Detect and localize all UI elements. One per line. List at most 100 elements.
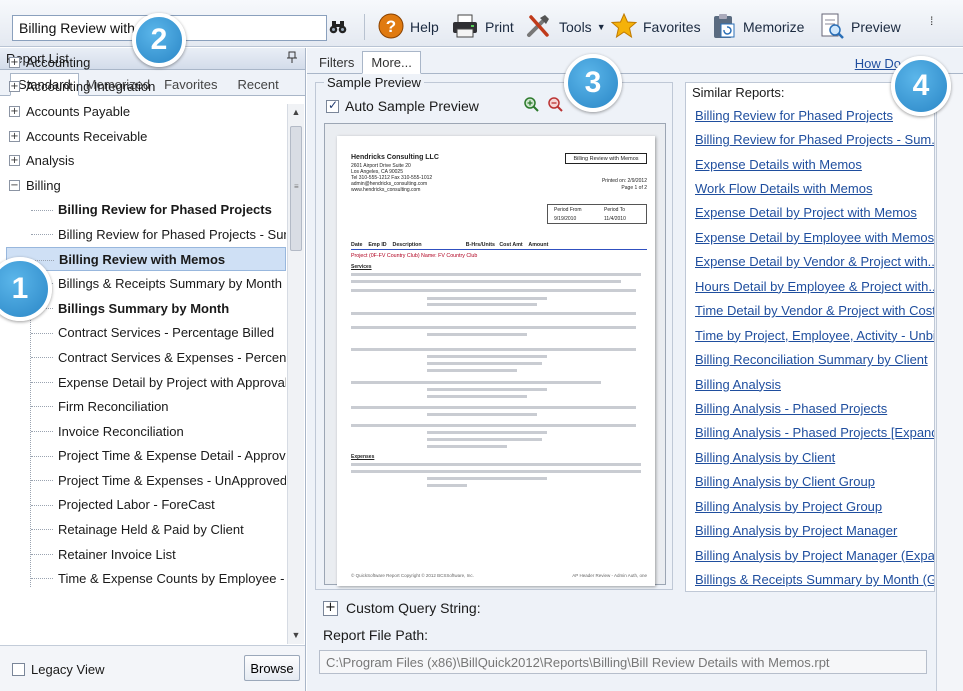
tree-report-item[interactable]: Contract Services & Expenses - Percenta — [6, 345, 286, 370]
tree-report-item[interactable]: Invoice Reconciliation — [6, 419, 286, 444]
expand-icon[interactable]: + — [9, 81, 20, 93]
similar-report-link[interactable]: Billing Review for Phased Projects - Sum… — [695, 127, 934, 151]
printer-icon — [451, 13, 479, 42]
preview-footer: © QuickSoftware Report Copyright © 2012 … — [351, 573, 647, 578]
preview-text-line — [351, 273, 641, 276]
tree-category-billing[interactable]: − Billing — [6, 173, 286, 198]
print-button[interactable]: Print — [451, 12, 514, 42]
sample-preview-title: Sample Preview — [324, 75, 424, 90]
similar-report-link[interactable]: Billing Analysis — [695, 372, 934, 396]
preview-text-line — [427, 431, 547, 434]
collapse-icon[interactable]: − — [9, 179, 20, 191]
tree-category-accounts-receivable[interactable]: + Accounts Receivable — [6, 124, 286, 149]
tab-more[interactable]: More... — [362, 51, 421, 74]
report-tree: + Accounting + Accounting Integration + Acc… — [6, 50, 286, 587]
preview-page-number: Page 1 of 2 — [621, 185, 647, 191]
similar-report-link[interactable]: Billing Analysis by Project Group — [695, 494, 934, 518]
preview-project-line: Project (0F-FV Country Club) Name: FV Co… — [351, 253, 478, 259]
preview-period-to: 11/4/2010 — [604, 216, 626, 222]
similar-report-link[interactable]: Billing Reconciliation Summary by Client — [695, 347, 934, 371]
auto-sample-preview-checkbox[interactable]: Auto Sample Preview — [326, 98, 479, 114]
similar-report-link[interactable]: Billings & Receipts Summary by Month (G.… — [695, 567, 934, 591]
scroll-down-icon[interactable]: ▼ — [288, 627, 304, 644]
similar-report-link[interactable]: Billing Analysis - Phased Projects [Expa… — [695, 421, 934, 445]
similar-reports-panel: Similar Reports: Billing Review for Phas… — [685, 82, 935, 592]
memorize-label: Memorize — [743, 19, 805, 35]
similar-report-link[interactable]: Time Detail by Vendor & Project with Cos… — [695, 299, 934, 323]
report-preview-page: Hendricks Consulting LLC 2601 Airport Dr… — [337, 136, 655, 586]
preview-text-line — [351, 463, 641, 466]
preview-company-name: Hendricks Consulting LLC — [351, 154, 439, 161]
pin-icon[interactable] — [287, 51, 297, 66]
preview-period-from: 9/19/2010 — [554, 216, 577, 222]
similar-reports-list: Billing Review for Phased Projects Billi… — [695, 103, 934, 591]
report-tree-scrollbar[interactable]: ▲ ≡ ▼ — [287, 104, 304, 644]
toolbar-separator — [364, 14, 365, 40]
sample-preview-frame[interactable]: Hendricks Consulting LLC 2601 Airport Dr… — [324, 123, 666, 586]
tree-report-item[interactable]: Project Time & Expense Detail - Approve — [6, 444, 286, 469]
tree-report-item[interactable]: Billing Review for Phased Projects — [6, 198, 286, 223]
expand-icon[interactable]: + — [9, 155, 20, 167]
expand-icon[interactable]: + — [9, 130, 20, 142]
memorize-button[interactable]: Memorize — [711, 12, 804, 42]
checkbox-box[interactable] — [12, 663, 25, 676]
expand-icon[interactable]: + — [9, 105, 20, 117]
tree-category-label: Billing — [26, 177, 61, 193]
how-do-link[interactable]: How Do — [855, 56, 901, 71]
auto-sample-preview-label: Auto Sample Preview — [345, 98, 479, 114]
tree-report-item[interactable]: Retainage Held & Paid by Client — [6, 517, 286, 542]
scroll-up-icon[interactable]: ▲ — [288, 104, 304, 121]
similar-report-link[interactable]: Billing Analysis by Project Manager (Exp… — [695, 543, 934, 567]
expand-icon[interactable]: + — [9, 56, 20, 68]
similar-report-link[interactable]: Hours Detail by Employee & Project with.… — [695, 274, 934, 298]
checkbox-box-checked[interactable] — [326, 98, 339, 113]
tree-report-item[interactable]: Projected Labor - ForeCast — [6, 493, 286, 518]
preview-text-line — [351, 470, 641, 473]
preview-period-to-label: Period To — [604, 207, 626, 213]
similar-report-link[interactable]: Billing Analysis by Project Manager — [695, 518, 934, 542]
tree-category-accounting-integration[interactable]: + Accounting Integration — [6, 75, 286, 100]
tree-report-item[interactable]: Billing Review for Phased Projects - Sum — [6, 222, 286, 247]
similar-report-link[interactable]: Work Flow Details with Memos — [695, 176, 934, 200]
expand-plus-icon[interactable]: + — [323, 600, 338, 616]
tree-category-analysis[interactable]: + Analysis — [6, 148, 286, 173]
similar-report-link[interactable]: Expense Detail by Employee with Memos — [695, 225, 934, 249]
preview-services-heading: Services — [351, 264, 372, 270]
preview-report-title: Billing Review with Memos — [565, 153, 647, 164]
custom-query-string-toggle[interactable]: + Custom Query String: — [323, 600, 481, 616]
custom-query-string-label: Custom Query String: — [346, 600, 481, 616]
similar-report-link[interactable]: Billing Analysis by Client Group — [695, 470, 934, 494]
tree-report-item[interactable]: Retainer Invoice List — [6, 542, 286, 567]
similar-report-link[interactable]: Expense Detail by Vendor & Project with.… — [695, 250, 934, 274]
tree-report-item[interactable]: Time & Expense Counts by Employee - U — [6, 566, 286, 587]
similar-report-link[interactable]: Expense Detail by Project with Memos — [695, 201, 934, 225]
preview-printed-info: Printed on: 2/9/2012 Page 1 of 2 — [602, 178, 647, 192]
zoom-out-icon[interactable] — [548, 97, 564, 116]
preview-footer-left: © QuickSoftware Report Copyright © 2012 … — [351, 573, 474, 578]
similar-report-link[interactable]: Expense Details with Memos — [695, 152, 934, 176]
preview-text-line — [427, 484, 467, 487]
tree-report-item[interactable]: Firm Reconciliation — [6, 394, 286, 419]
browse-button[interactable]: Browse — [244, 655, 300, 681]
similar-report-link[interactable]: Time by Project, Employee, Activity - Un… — [695, 323, 934, 347]
help-button[interactable]: ? Help — [378, 12, 439, 42]
tree-report-item[interactable]: Contract Services - Percentage Billed — [6, 321, 286, 346]
similar-report-link[interactable]: Billing Analysis by Client — [695, 445, 934, 469]
zoom-in-icon[interactable] — [524, 97, 540, 116]
toolbar-overflow-icon[interactable]: ⁞ — [930, 14, 933, 28]
binoculars-icon[interactable] — [329, 12, 347, 42]
report-file-path-field[interactable]: C:\Program Files (x86)\BillQuick2012\Rep… — [319, 650, 927, 674]
svg-text:?: ? — [386, 17, 396, 36]
tools-menu-button[interactable]: Tools ▼ — [525, 12, 606, 42]
similar-report-link[interactable]: Billing Analysis - Phased Projects — [695, 396, 934, 420]
tree-report-item-selected[interactable]: Billing Review with Memos — [6, 246, 286, 272]
legacy-view-checkbox[interactable]: Legacy View — [12, 662, 104, 677]
preview-text-line — [427, 395, 527, 398]
preview-button[interactable]: Preview — [819, 12, 901, 42]
tree-category-accounts-payable[interactable]: + Accounts Payable — [6, 99, 286, 124]
tree-report-item[interactable]: Expense Detail by Project with Approval — [6, 370, 286, 395]
favorites-button[interactable]: Favorites — [610, 12, 701, 42]
tree-report-item[interactable]: Project Time & Expenses - UnApproved — [6, 468, 286, 493]
scroll-thumb[interactable]: ≡ — [290, 126, 302, 251]
tab-filters[interactable]: Filters — [311, 52, 362, 73]
